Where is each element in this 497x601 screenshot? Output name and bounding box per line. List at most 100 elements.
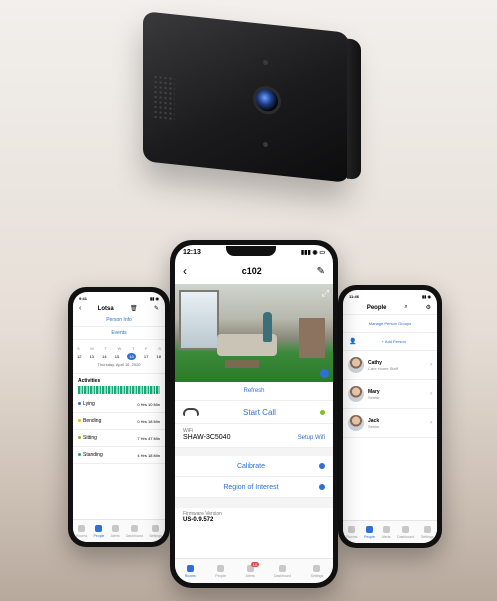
setup-wifi-button[interactable]: Setup Wifi: [298, 435, 325, 441]
refresh-button[interactable]: Refresh: [175, 382, 333, 401]
activities-heading: Activities: [78, 378, 101, 384]
wifi-name: SHAW-3C5040: [183, 434, 231, 441]
person-list-item[interactable]: Jack Senior ›: [343, 409, 437, 438]
weekday: F: [145, 346, 148, 351]
search-icon[interactable]: ⌕: [404, 304, 407, 311]
alerts-badge: 10: [250, 561, 260, 567]
screen-title: Lotsa: [97, 305, 114, 312]
tab-label: Alerts: [245, 573, 255, 578]
alerts-icon: [111, 524, 119, 532]
weekday: W: [117, 346, 122, 351]
dashboard-icon: [402, 525, 410, 533]
camera-feed[interactable]: ⤢: [175, 284, 333, 382]
chevron-right-icon: ›: [430, 420, 432, 426]
person-list-item[interactable]: Cathy Care Home Staff ›: [343, 351, 437, 380]
delete-icon[interactable]: 🗑: [130, 305, 138, 312]
right-phone: 11:46 ▮▮ ◉ People ⌕ ⚙ Manage Person Group…: [338, 285, 442, 548]
back-icon[interactable]: ‹: [183, 264, 187, 278]
status-time: 9:41: [79, 296, 88, 301]
camera-device: [143, 11, 361, 183]
tab-people[interactable]: People: [93, 524, 104, 538]
screen-title: People: [366, 304, 387, 311]
date-cell[interactable]: 15: [115, 354, 119, 359]
weekday: S: [158, 346, 161, 351]
tab-label: Dashboard: [125, 533, 143, 538]
tab-rooms[interactable]: Rooms: [346, 525, 358, 539]
person-info-link[interactable]: Person Info: [73, 314, 165, 327]
date-cell[interactable]: 14: [102, 354, 106, 359]
weekday: M: [90, 346, 94, 351]
activity-label: Bending: [78, 418, 101, 424]
tab-settings[interactable]: Settings: [420, 525, 434, 539]
tab-people[interactable]: People: [215, 564, 226, 578]
date-cell[interactable]: 13: [90, 354, 94, 359]
activity-label: Sitting: [78, 435, 97, 441]
date-cell[interactable]: 18: [156, 354, 160, 359]
tab-rooms[interactable]: Rooms: [185, 564, 196, 578]
region-of-interest-button[interactable]: Region of Interest: [223, 484, 278, 491]
settings-icon: [313, 564, 321, 572]
start-call-button[interactable]: Start Call: [243, 408, 276, 417]
activity-row: Lying 0 Hrs 10 Min: [73, 396, 165, 413]
tab-label: Rooms: [346, 534, 358, 539]
tab-rooms[interactable]: Rooms: [76, 524, 87, 538]
person-list-item[interactable]: Mary Senior ›: [343, 380, 437, 409]
tab-alerts[interactable]: Alerts: [382, 525, 391, 539]
people-icon: [366, 525, 373, 533]
settings-icon: [152, 524, 160, 532]
tab-dashboard[interactable]: Dashboard: [125, 524, 143, 538]
tab-dashboard[interactable]: Dashboard: [274, 564, 291, 578]
tab-people[interactable]: People: [364, 525, 375, 539]
person-role: Senior: [368, 394, 380, 400]
status-time: 12:13: [183, 249, 201, 256]
expand-icon[interactable]: ⤢: [322, 288, 329, 299]
phone-call-icon: [183, 408, 199, 416]
feed-settings-icon[interactable]: [320, 369, 329, 378]
tab-settings[interactable]: Settings: [149, 524, 162, 538]
activity-name: Lying: [83, 401, 95, 407]
rooms-icon: [186, 564, 194, 572]
chevron-right-icon: ›: [430, 362, 432, 368]
avatar: [348, 386, 364, 402]
weekday: S: [77, 346, 80, 351]
room-detail-screen: 12:13 ▮▮▮ ◉ ▭ ‹ c102 ✎ ⤢ Refresh Start C…: [175, 245, 333, 583]
add-person-button[interactable]: + Add Person: [356, 339, 431, 344]
activity-dot: [78, 453, 81, 456]
activity-row: Bending 0 Hrs 18 Min: [73, 413, 165, 430]
rooms-icon: [348, 525, 356, 533]
date-cell-selected[interactable]: 16: [127, 353, 136, 360]
edit-icon[interactable]: ✎: [317, 266, 325, 277]
weekday-row: S M T W T F S: [73, 340, 165, 351]
people-icon: [95, 524, 103, 532]
calibrate-button[interactable]: Calibrate: [237, 463, 265, 470]
info-icon[interactable]: [318, 463, 325, 469]
date-cell[interactable]: 12: [77, 354, 81, 359]
date-cell[interactable]: 17: [144, 354, 148, 359]
sensor-dot: [263, 141, 268, 148]
settings-gear-icon[interactable]: ⚙: [426, 304, 431, 311]
edit-icon[interactable]: ✎: [154, 305, 159, 312]
tab-label: Alerts: [110, 533, 120, 538]
date-caption: Thursday, April 16, 2020: [73, 362, 165, 374]
tab-alerts[interactable]: Alerts: [110, 524, 120, 538]
events-link[interactable]: Events: [73, 327, 165, 340]
people-screen: 11:46 ▮▮ ◉ People ⌕ ⚙ Manage Person Group…: [343, 290, 437, 543]
tab-settings[interactable]: Settings: [311, 564, 323, 578]
tab-label: Settings: [420, 534, 434, 539]
manage-groups-link[interactable]: Manage Person Groups: [343, 315, 437, 333]
dashboard-icon: [279, 564, 287, 572]
activity-duration: 0 Hrs 18 Min: [137, 418, 160, 424]
date-row: 12 13 14 15 16 17 18: [73, 351, 165, 362]
back-icon[interactable]: ‹: [79, 305, 81, 312]
info-icon[interactable]: [318, 484, 325, 490]
sensor-dot: [263, 59, 268, 66]
tab-alerts[interactable]: Alerts 10: [245, 561, 260, 578]
tab-label: People: [364, 534, 375, 539]
activity-name: Sitting: [83, 435, 97, 441]
people-icon: [217, 564, 225, 572]
tab-dashboard[interactable]: Dashboard: [397, 525, 414, 539]
activity-timeline: [78, 386, 160, 394]
activity-row: Sitting 7 Hrs 47 Min: [73, 430, 165, 447]
activity-duration: 4 Hrs 18 Min: [137, 452, 160, 458]
activity-label: Lying: [78, 401, 95, 407]
